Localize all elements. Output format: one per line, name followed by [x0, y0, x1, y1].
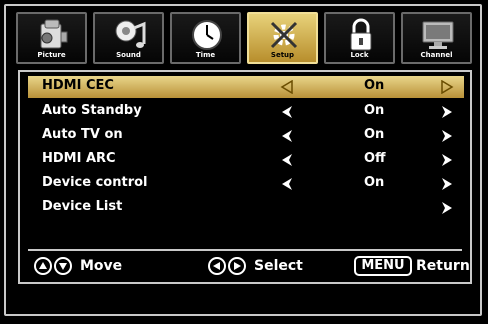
- menu-item-label: HDMI CEC: [42, 78, 114, 93]
- setup-menu-panel: HDMI CEC On Auto Standby On Auto TV on O…: [18, 70, 472, 284]
- menu-key-icon: MENU: [354, 256, 412, 276]
- clock-icon: [192, 20, 222, 50]
- right-arrow-icon[interactable]: [440, 177, 454, 191]
- tools-icon: [270, 21, 298, 49]
- left-key-icon: [208, 257, 226, 275]
- left-arrow-icon[interactable]: [280, 80, 294, 94]
- tab-setup[interactable]: Setup: [247, 12, 318, 64]
- tab-channel[interactable]: Channel: [401, 12, 472, 64]
- left-arrow-icon[interactable]: [280, 177, 294, 191]
- tab-sound[interactable]: Sound: [93, 12, 164, 64]
- tab-lock[interactable]: Lock: [324, 12, 395, 64]
- tab-label: Sound: [116, 51, 141, 59]
- menu-item-value: Off: [364, 151, 386, 166]
- right-arrow-icon[interactable]: [440, 80, 454, 94]
- menu-row-auto-standby[interactable]: Auto Standby On: [28, 101, 464, 123]
- tab-bar: Picture Sound Time Setup Lock Channel: [16, 12, 474, 68]
- left-arrow-icon[interactable]: [280, 129, 294, 143]
- menu-item-value: On: [364, 103, 385, 118]
- menu-item-label: Device List: [42, 199, 123, 214]
- menu-item-value: On: [364, 175, 385, 190]
- menu-item-label: Device control: [42, 175, 148, 190]
- music-note-icon: [115, 20, 146, 48]
- return-hint: Return: [416, 258, 470, 274]
- legend-divider: [28, 249, 462, 251]
- tab-label: Time: [195, 51, 216, 59]
- tab-label: Setup: [270, 51, 295, 59]
- menu-item-label: Auto TV on: [42, 127, 123, 142]
- menu-item-label: HDMI ARC: [42, 151, 116, 166]
- tab-label: Picture: [37, 51, 66, 59]
- left-arrow-icon[interactable]: [280, 105, 294, 119]
- menu-row-hdmi-cec[interactable]: HDMI CEC On: [28, 76, 464, 98]
- menu-row-auto-tv-on[interactable]: Auto TV on On: [28, 125, 464, 147]
- left-arrow-icon[interactable]: [280, 153, 294, 167]
- menu-item-value: On: [364, 127, 385, 142]
- right-arrow-icon[interactable]: [440, 105, 454, 119]
- tab-time[interactable]: Time: [170, 12, 241, 64]
- right-key-icon: [228, 257, 246, 275]
- key-legend: Move Select MENU Return: [30, 254, 470, 282]
- down-key-icon: [54, 257, 72, 275]
- padlock-icon: [350, 18, 372, 51]
- move-hint: Move: [80, 258, 123, 274]
- right-arrow-icon[interactable]: [440, 153, 454, 167]
- right-arrow-icon[interactable]: [440, 129, 454, 143]
- tab-label: Lock: [350, 51, 369, 59]
- select-hint: Select: [254, 258, 303, 274]
- menu-item-value: On: [364, 78, 385, 93]
- menu-row-device-list[interactable]: Device List: [28, 197, 464, 219]
- tab-picture[interactable]: Picture: [16, 12, 87, 64]
- up-key-icon: [34, 257, 52, 275]
- menu-item-label: Auto Standby: [42, 103, 142, 118]
- menu-row-hdmi-arc[interactable]: HDMI ARC Off: [28, 149, 464, 171]
- camera-icon: [40, 19, 68, 49]
- monitor-icon: [422, 21, 454, 49]
- tab-label: Channel: [420, 51, 453, 59]
- menu-row-device-control[interactable]: Device control On: [28, 173, 464, 195]
- right-arrow-icon[interactable]: [440, 201, 454, 215]
